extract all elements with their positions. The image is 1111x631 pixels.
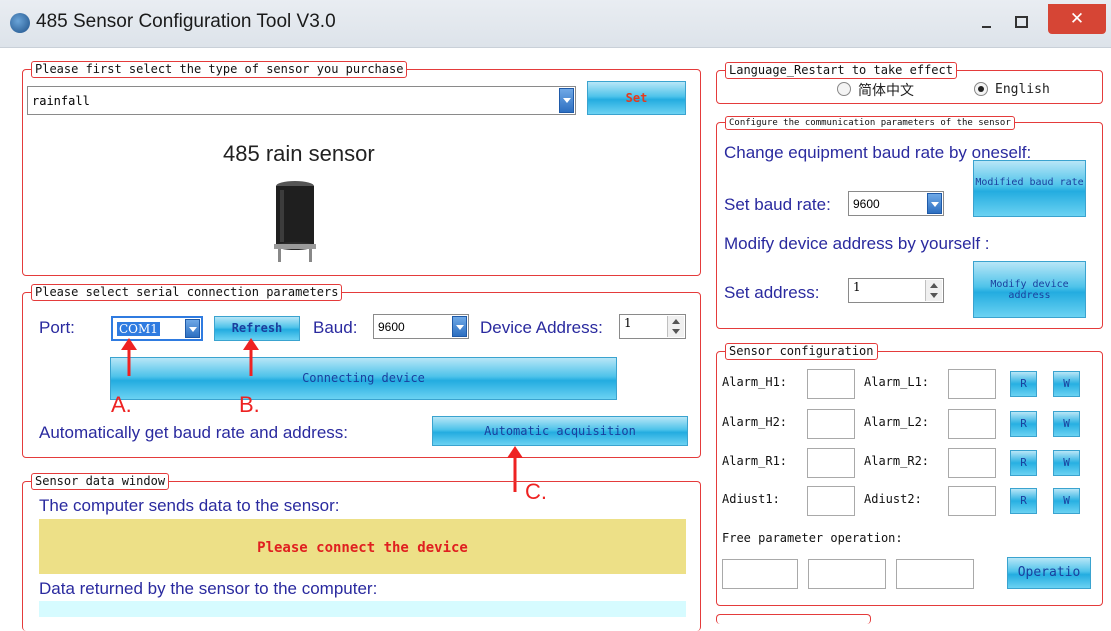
sensor-type-legend: Please first select the type of sensor y… [31, 61, 408, 78]
config-right-field[interactable] [948, 448, 996, 478]
chevron-down-icon [927, 193, 942, 214]
baud-value: 9600 [378, 319, 405, 334]
set-address-value: 1 [853, 280, 861, 294]
annotation-a-label: A. [111, 392, 132, 417]
config-right-field[interactable] [948, 369, 996, 399]
config-left-label: Alarm_R1: [722, 454, 788, 468]
minimize-icon [982, 26, 991, 28]
stepper-arrows-icon[interactable] [925, 280, 942, 301]
annotation-b-label: B. [239, 392, 260, 417]
config-left-label: Alarm_H1: [722, 375, 788, 389]
config-right-label: Alarm_L2: [864, 415, 930, 429]
comm-params-legend: Configure the communication parameters o… [725, 116, 1015, 130]
chevron-down-icon [185, 319, 200, 338]
write-button[interactable]: W [1053, 371, 1080, 397]
connect-device-button[interactable]: Connecting device [110, 357, 617, 400]
set-baud-label: Set baud rate: [724, 195, 831, 214]
config-left-field[interactable] [807, 486, 855, 516]
baud-select[interactable]: 9600 [373, 314, 469, 339]
config-left-field[interactable] [807, 369, 855, 399]
chinese-option-label: 简体中文 [858, 82, 914, 98]
radio-english[interactable] [974, 82, 988, 96]
device-address-label: Device Address: [480, 318, 603, 337]
window-title: 485 Sensor Configuration Tool V3.0 [36, 11, 336, 32]
operate-button[interactable]: Operatio [1007, 557, 1091, 589]
read-button[interactable]: R [1010, 488, 1037, 514]
returned-data-display [39, 601, 686, 617]
close-button[interactable]: ✕ [1048, 4, 1106, 34]
maximize-button[interactable] [1004, 10, 1040, 34]
write-button[interactable]: W [1053, 411, 1080, 437]
read-button[interactable]: R [1010, 450, 1037, 476]
config-left-field[interactable] [807, 448, 855, 478]
bottom-partial-group [716, 614, 871, 624]
automatic-acquisition-button[interactable]: Automatic acquisition [432, 416, 688, 446]
config-right-field[interactable] [948, 486, 996, 516]
language-legend: Language_Restart to take effect [725, 62, 957, 79]
rain-sensor-image [274, 181, 316, 262]
auto-get-text: Automatically get baud rate and address: [39, 423, 349, 442]
modify-address-text: Modify device address by yourself : [724, 234, 990, 253]
annotation-arrow-a [121, 338, 137, 376]
maximize-icon [1015, 16, 1028, 28]
sensor-type-select[interactable]: rainfall [27, 86, 576, 115]
port-label: Port: [39, 318, 75, 337]
read-button[interactable]: R [1010, 411, 1037, 437]
minimize-button[interactable] [974, 10, 1000, 34]
chevron-down-icon [559, 88, 574, 113]
config-left-label: Alarm_H2: [722, 415, 788, 429]
radio-chinese[interactable] [837, 82, 851, 96]
baud-label: Baud: [313, 318, 358, 337]
free-param-field-3[interactable] [896, 559, 974, 589]
config-right-label: Adiust2: [864, 492, 922, 506]
config-right-label: Alarm_R2: [864, 454, 930, 468]
config-right-label: Alarm_L1: [864, 375, 930, 389]
set-address-stepper[interactable]: 1 [848, 278, 944, 303]
config-left-field[interactable] [807, 409, 855, 439]
set-baud-value: 9600 [853, 196, 880, 211]
chevron-down-icon [452, 316, 467, 337]
config-left-label: Adiust1: [722, 492, 780, 506]
english-option-label: English [995, 82, 1050, 97]
set-sensor-type-button[interactable]: Set [587, 81, 686, 115]
stepper-arrows-icon[interactable] [667, 316, 684, 337]
app-globe-icon [10, 13, 30, 33]
radio-selected-dot [978, 86, 984, 92]
device-address-stepper[interactable]: 1 [619, 314, 686, 339]
config-right-field[interactable] [948, 409, 996, 439]
free-param-label: Free parameter operation: [722, 531, 903, 545]
device-address-value: 1 [624, 316, 632, 330]
sensor-data-window-legend: Sensor data window [31, 473, 170, 490]
modified-baud-rate-button[interactable]: Modified baud rate [973, 160, 1086, 217]
set-baud-select[interactable]: 9600 [848, 191, 944, 216]
connection-status: Please connect the device [257, 540, 468, 556]
write-button[interactable]: W [1053, 450, 1080, 476]
sensor-name: 485 rain sensor [223, 141, 375, 166]
sensor-config-legend: Sensor configuration [725, 343, 878, 360]
write-button[interactable]: W [1053, 488, 1080, 514]
sends-data-label: The computer sends data to the sensor: [39, 496, 340, 515]
close-icon: ✕ [1069, 9, 1085, 29]
read-button[interactable]: R [1010, 371, 1037, 397]
annotation-arrow-b [243, 338, 259, 376]
free-param-field-2[interactable] [808, 559, 886, 589]
returned-data-label: Data returned by the sensor to the compu… [39, 579, 378, 598]
send-data-display: Please connect the device [39, 519, 686, 574]
set-address-label: Set address: [724, 283, 820, 302]
sensor-type-value: rainfall [32, 93, 90, 108]
modify-device-address-button[interactable]: Modify device address [973, 261, 1086, 318]
serial-legend: Please select serial connection paramete… [31, 284, 343, 301]
port-value: COM1 [117, 321, 160, 336]
free-param-field-1[interactable] [722, 559, 798, 589]
